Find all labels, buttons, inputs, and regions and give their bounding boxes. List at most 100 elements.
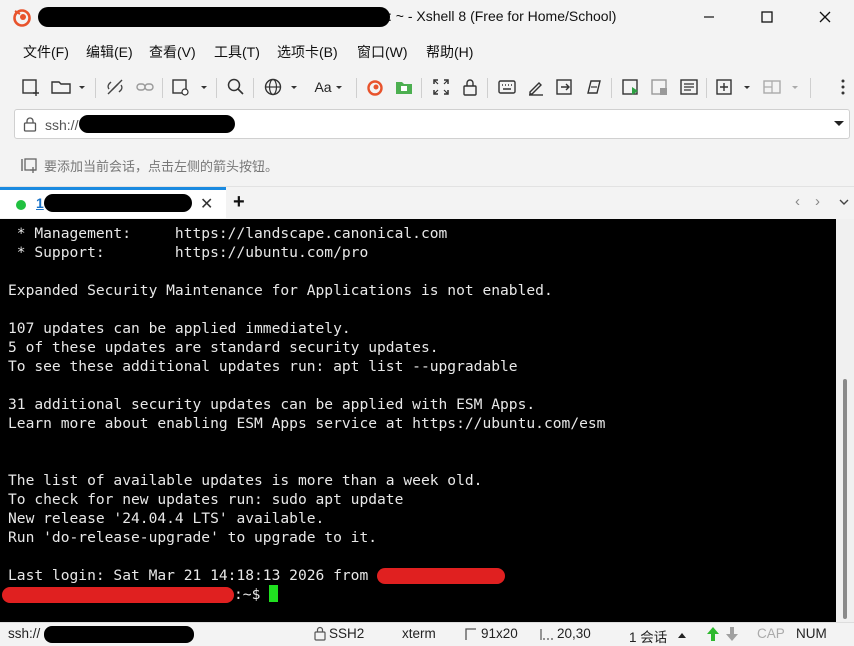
menu-tools[interactable]: 工具(T) — [214, 42, 260, 62]
encoding-button[interactable] — [262, 76, 302, 98]
script-run-button[interactable] — [620, 76, 642, 98]
menu-tabs[interactable]: 选项卡(B) — [277, 42, 338, 62]
terminal-line: Learn more about enabling ESM Apps servi… — [8, 415, 606, 432]
properties-button[interactable] — [170, 76, 210, 98]
tab-close-icon[interactable]: ✕ — [200, 194, 213, 214]
title-bar: : ~ - Xshell 8 (Free for Home/School) — [0, 0, 854, 34]
find-button[interactable] — [225, 76, 247, 98]
reconnect-button[interactable] — [134, 76, 156, 98]
more-options-button[interactable] — [836, 76, 850, 98]
xftp-icon — [396, 82, 412, 94]
minimize-button[interactable] — [680, 0, 738, 34]
properties-icon — [172, 79, 207, 96]
more-vertical-icon — [841, 79, 845, 95]
toolbar-separator — [421, 78, 422, 98]
terminal-line: New release '24.04.4 LTS' available. — [8, 510, 325, 527]
toolbar-separator — [162, 78, 163, 98]
highlight-button[interactable] — [583, 76, 605, 98]
download-arrow-icon — [726, 627, 738, 641]
window-title: : ~ - Xshell 8 (Free for Home/School) — [388, 8, 617, 24]
fullscreen-button[interactable] — [430, 76, 452, 98]
lock-button[interactable] — [459, 76, 481, 98]
terminal-line: * Management: https://landscape.canonica… — [8, 225, 448, 242]
terminal-line: Expanded Security Maintenance for Applic… — [8, 282, 553, 299]
new-session-button[interactable] — [20, 76, 42, 98]
send-icon — [556, 79, 572, 95]
maximize-button[interactable] — [738, 0, 796, 34]
address-prefix: ssh:// — [45, 117, 79, 133]
tab-next-icon[interactable]: › — [815, 193, 820, 210]
xftp-button[interactable] — [393, 76, 415, 98]
new-tab-button[interactable] — [714, 76, 754, 98]
redacted-session-name — [38, 7, 390, 27]
lock-icon — [463, 79, 477, 96]
layout-button[interactable] — [761, 76, 803, 98]
status-num-lock: NUM — [796, 626, 827, 641]
menu-view[interactable]: 查看(V) — [149, 42, 196, 62]
session-tab[interactable]: 1 ✕ — [0, 187, 226, 218]
redacted-host — [79, 115, 235, 133]
keyboard-icon — [498, 80, 516, 94]
log-button[interactable] — [678, 76, 700, 98]
session-hint-bar: 要添加当前会话，点击左侧的箭头按钮。 — [0, 150, 854, 178]
compose-button[interactable] — [525, 76, 547, 98]
script-stop-button[interactable] — [649, 76, 671, 98]
font-label: Aa — [314, 79, 332, 95]
toolbar-separator — [706, 78, 707, 98]
terminal-line: 5 of these updates are standard security… — [8, 339, 439, 356]
close-button[interactable] — [796, 0, 854, 34]
address-bar[interactable]: ssh:// — [14, 109, 850, 139]
scroll-thumb[interactable] — [843, 379, 847, 619]
open-session-button[interactable] — [48, 76, 88, 98]
tab-list-chevron-icon[interactable] — [838, 197, 850, 207]
terminal-line: To check for new updates run: sudo apt u… — [8, 491, 404, 508]
terminal-line: * Support: https://ubuntu.com/pro — [8, 244, 369, 261]
menu-file[interactable]: 文件(F) — [23, 42, 69, 62]
status-protocol: SSH2 — [329, 626, 365, 641]
add-session-arrow-icon[interactable] — [20, 156, 40, 174]
toolbar-separator — [216, 78, 217, 98]
caret-up-icon[interactable] — [677, 631, 687, 639]
tab-bar: 1 ✕ + ‹ › — [0, 186, 854, 218]
terminal-line: 107 updates can be applied immediately. — [8, 320, 351, 337]
add-tab-icon — [716, 79, 750, 95]
menu-window[interactable]: 窗口(W) — [357, 42, 408, 62]
tab-prev-icon[interactable]: ‹ — [795, 193, 800, 210]
new-session-icon — [22, 79, 39, 96]
font-button[interactable]: Aa — [310, 76, 350, 98]
script-run-icon — [622, 79, 638, 95]
xshell-logo-icon — [13, 9, 31, 27]
toolbar-separator — [487, 78, 488, 98]
folder-open-icon — [51, 81, 85, 94]
disconnect-button[interactable] — [104, 76, 126, 98]
size-icon — [465, 628, 476, 640]
add-tab-button[interactable]: + — [233, 191, 245, 214]
toolbar-separator — [611, 78, 612, 98]
cursor-position-icon — [540, 629, 553, 640]
xshell-button[interactable] — [364, 76, 386, 98]
globe-icon — [264, 78, 297, 96]
keyboard-button[interactable] — [496, 76, 518, 98]
upload-arrow-icon — [707, 627, 719, 641]
terminal-output[interactable]: * Management: https://landscape.canonica… — [0, 219, 836, 622]
status-connection: ssh:// — [8, 626, 41, 641]
layout-icon — [763, 80, 798, 94]
search-icon — [227, 78, 244, 95]
minimize-icon — [704, 16, 714, 18]
menu-help[interactable]: 帮助(H) — [426, 42, 473, 62]
link-icon — [136, 83, 154, 91]
redacted-tab-name — [44, 194, 192, 212]
send-button[interactable] — [554, 76, 576, 98]
status-caps-lock: CAP — [757, 626, 785, 641]
terminal-scrollbar[interactable] — [836, 219, 854, 622]
terminal-line: The list of available updates is more th… — [8, 472, 483, 489]
document-icon — [680, 79, 698, 95]
last-login-line: Last login: Sat Mar 21 14:18:13 2026 fro… — [8, 566, 836, 585]
status-sessions: 1 会话 — [629, 630, 668, 645]
status-cursor: 20,30 — [557, 626, 591, 641]
script-stop-icon — [651, 79, 667, 95]
chevron-down-icon[interactable] — [833, 119, 845, 129]
menu-edit[interactable]: 编辑(E) — [86, 42, 133, 62]
